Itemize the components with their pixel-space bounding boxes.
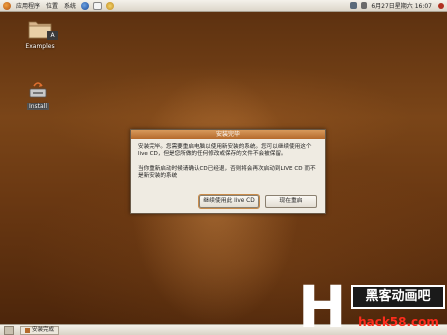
menu-system[interactable]: 系统 — [61, 1, 79, 10]
desktop-icon-examples[interactable]: A Examples — [17, 18, 63, 50]
watermark-title: 黑客动画吧 — [351, 285, 445, 309]
dialog-note: 当你重新启动时候请确认CD已经退，否则将会再次启动到LIVE CD 而不是新安装… — [138, 165, 316, 179]
install-icon — [29, 82, 47, 98]
network-icon[interactable] — [350, 2, 358, 9]
desktop-icon-install[interactable]: Install — [15, 80, 61, 110]
restart-now-button[interactable]: 现在重启 — [265, 195, 317, 208]
dialog-message: 安装完毕。您需要重启电脑以使用新安装的系统。您可以继续使用这个 live CD，… — [138, 144, 312, 158]
examples-label: Examples — [25, 43, 55, 50]
continue-live-cd-button[interactable]: 继续使用此 live CD — [198, 194, 260, 209]
menu-places[interactable]: 位置 — [43, 1, 61, 10]
install-complete-dialog: 安装完毕 安装完毕。您需要重启电脑以使用新安装的系统。您可以继续使用这个 liv… — [130, 129, 326, 214]
watermark-site: hack58.com — [358, 315, 439, 329]
desktop: 应用程序 位置 系统 6月27日星期六 16:07 A Examples Ins… — [0, 0, 447, 335]
window-icon — [25, 328, 30, 333]
help-icon[interactable] — [106, 1, 115, 10]
watermark-letter: H — [298, 273, 347, 335]
dialog-title[interactable]: 安装完毕 — [131, 130, 325, 139]
taskbar-item-label: 安装完成 — [32, 327, 55, 333]
examples-badge: A — [47, 31, 58, 40]
mail-icon[interactable] — [93, 1, 103, 10]
web-browser-icon[interactable] — [81, 1, 90, 10]
watermark: H 黑客动画吧 hack58.com — [298, 273, 447, 335]
install-label: Install — [26, 103, 50, 110]
taskbar-item-install[interactable]: 安装完成 — [20, 326, 60, 335]
clock[interactable]: 6月27日星期六 16:07 — [371, 1, 436, 10]
menu-applications[interactable]: 应用程序 — [13, 1, 43, 10]
ubuntu-logo-icon[interactable] — [3, 1, 11, 10]
power-icon[interactable] — [438, 2, 444, 9]
show-desktop-icon[interactable] — [4, 326, 14, 335]
top-panel: 应用程序 位置 系统 6月27日星期六 16:07 — [0, 0, 447, 12]
volume-icon[interactable] — [361, 2, 368, 9]
